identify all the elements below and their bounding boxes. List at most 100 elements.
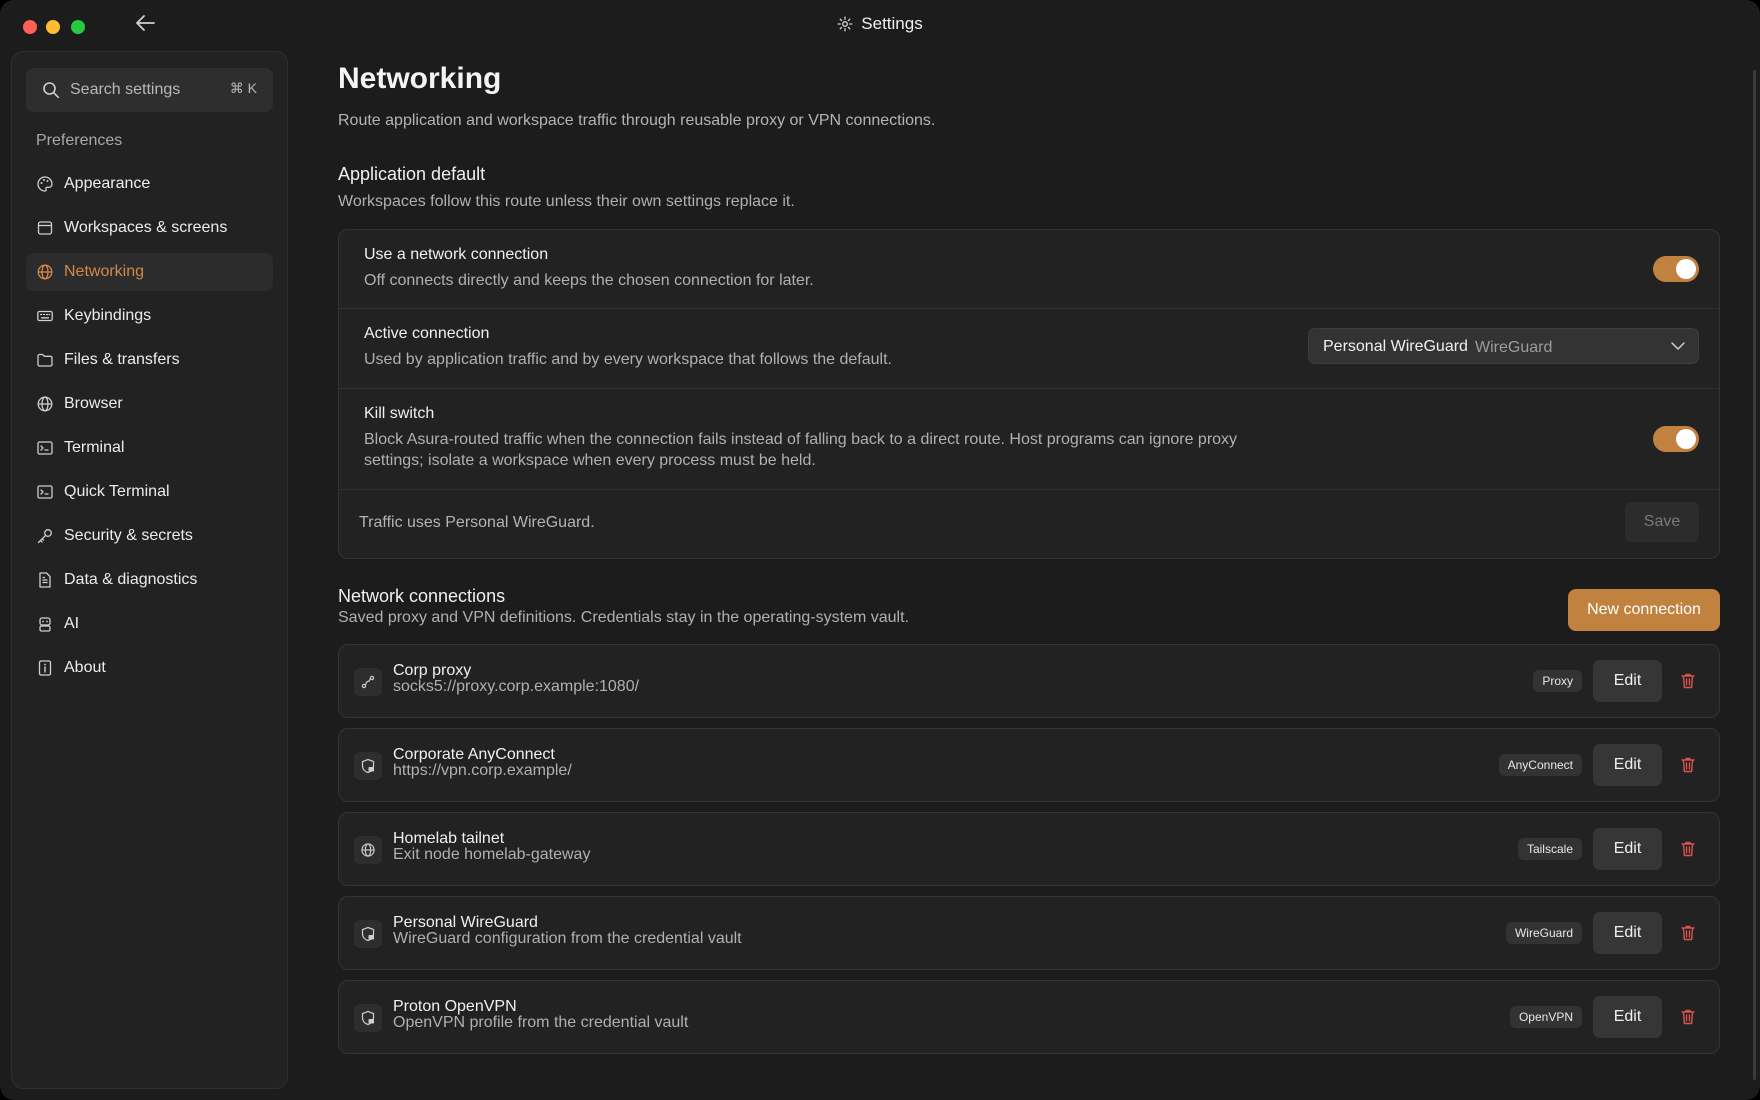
trash-icon[interactable] (1680, 756, 1696, 774)
sidebar-item-label: Browser (64, 395, 123, 412)
connection-icon-wrap (354, 1004, 382, 1032)
sidebar-item-terminal[interactable]: Terminal (26, 429, 273, 467)
globe-icon (37, 264, 53, 280)
sidebar-item-about[interactable]: About (26, 649, 273, 687)
connection-detail: socks5://proxy.corp.example:1080/ (393, 678, 640, 695)
connection-icon-wrap (354, 836, 382, 864)
sidebar-item-networking[interactable]: Networking (26, 253, 273, 291)
sidebar-item-security[interactable]: Security & secrets (26, 517, 273, 555)
shield-lock-icon (361, 1010, 375, 1026)
use-connection-row: Use a network connection Off connects di… (339, 230, 1719, 309)
trash-icon[interactable] (1680, 1008, 1696, 1026)
terminal-icon (37, 485, 53, 499)
connection-item-homelab-tailnet: Homelab tailnet Exit node homelab-gatewa… (338, 812, 1720, 886)
toggle-knob (1676, 429, 1696, 449)
sidebar-item-label: Terminal (64, 439, 125, 456)
link-icon (361, 675, 375, 689)
use-connection-title: Use a network connection (364, 246, 549, 263)
active-connection-description: Used by application traffic and by every… (364, 351, 892, 368)
window-title-area: Settings (0, 14, 1760, 34)
sidebar: ⌘ K Preferences Appearance Workspaces & … (11, 51, 288, 1089)
connection-detail: https://vpn.corp.example/ (393, 762, 572, 779)
edit-connection-button[interactable]: Edit (1593, 912, 1662, 954)
active-connection-select[interactable]: Personal WireGuard WireGuard (1308, 328, 1699, 364)
connection-type-badge: Tailscale (1517, 838, 1582, 860)
folder-icon (37, 353, 53, 367)
app-default-heading: Application default (338, 164, 486, 184)
kill-switch-row: Kill switch Block Asura-routed traffic w… (339, 389, 1719, 490)
trash-icon[interactable] (1680, 924, 1696, 942)
globe-icon (37, 396, 53, 412)
connection-type-badge: AnyConnect (1498, 754, 1582, 776)
sidebar-item-label: Data & diagnostics (64, 571, 198, 588)
page-title: Networking (338, 62, 502, 95)
sidebar-item-data[interactable]: Data & diagnostics (26, 561, 273, 599)
sidebar-nav: Appearance Workspaces & screens Networki… (26, 165, 273, 693)
shield-lock-icon (361, 758, 375, 774)
palette-icon (37, 176, 53, 192)
sidebar-item-ai[interactable]: AI (26, 605, 273, 643)
app-default-card: Use a network connection Off connects di… (338, 229, 1720, 559)
trash-icon[interactable] (1680, 672, 1696, 690)
terminal-icon (37, 441, 53, 455)
edit-connection-button[interactable]: Edit (1593, 660, 1662, 702)
sidebar-item-workspaces[interactable]: Workspaces & screens (26, 209, 273, 247)
globe-icon (361, 843, 375, 857)
connection-item-personal-wireguard: Personal WireGuard WireGuard configurati… (338, 896, 1720, 970)
settings-window: Settings ⌘ K Preferences Appearance Work… (0, 0, 1760, 1100)
sidebar-item-label: Quick Terminal (64, 483, 170, 500)
connection-type-badge: Proxy (1533, 670, 1582, 692)
connection-icon-wrap (354, 668, 382, 696)
connections-heading: Network connections (338, 586, 506, 606)
edit-connection-button[interactable]: Edit (1593, 744, 1662, 786)
connection-detail: Exit node homelab-gateway (393, 846, 591, 863)
use-connection-description: Off connects directly and keeps the chos… (364, 272, 814, 289)
sidebar-item-files[interactable]: Files & transfers (26, 341, 273, 379)
keyboard-icon (37, 310, 53, 322)
save-button[interactable]: Save (1625, 502, 1699, 542)
sidebar-section-label: Preferences (36, 132, 123, 149)
search-shortcut-hint: ⌘ K (229, 80, 257, 96)
kill-switch-title: Kill switch (364, 405, 435, 422)
kill-switch-description-line: Block Asura-routed traffic when the conn… (364, 431, 1238, 448)
edit-connection-button[interactable]: Edit (1593, 828, 1662, 870)
app-default-description: Workspaces follow this route unless thei… (338, 193, 795, 210)
connection-detail: WireGuard configuration from the credent… (393, 930, 742, 947)
connection-icon-wrap (354, 752, 382, 780)
search-icon (43, 82, 60, 99)
connection-type-badge: OpenVPN (1509, 1006, 1582, 1028)
use-connection-toggle[interactable] (1653, 256, 1699, 282)
document-icon (39, 572, 51, 588)
kill-switch-description: Block Asura-routed traffic when the conn… (364, 429, 1264, 471)
search-box[interactable]: ⌘ K (26, 68, 273, 112)
selected-connection-type: WireGuard (1475, 339, 1553, 356)
sidebar-item-quick-terminal[interactable]: Quick Terminal (26, 473, 273, 511)
sidebar-item-label: Keybindings (64, 307, 152, 324)
connections-description: Saved proxy and VPN definitions. Credent… (338, 609, 909, 626)
sidebar-item-keybindings[interactable]: Keybindings (26, 297, 273, 335)
active-connection-title: Active connection (364, 325, 490, 342)
chevron-down-icon (1671, 342, 1685, 350)
key-icon (37, 529, 52, 544)
edit-connection-button[interactable]: Edit (1593, 996, 1662, 1038)
info-icon (38, 660, 52, 676)
connection-item-corp-proxy: Corp proxy socks5://proxy.corp.example:1… (338, 644, 1720, 718)
sidebar-item-appearance[interactable]: Appearance (26, 165, 273, 203)
page-description: Route application and workspace traffic … (338, 112, 936, 129)
connection-type-badge: WireGuard (1505, 922, 1582, 944)
search-input[interactable] (70, 81, 220, 99)
main-scrollbar[interactable] (1753, 70, 1756, 1080)
kill-switch-toggle[interactable] (1653, 426, 1699, 452)
sidebar-item-label: Files & transfers (64, 351, 180, 368)
sidebar-item-browser[interactable]: Browser (26, 385, 273, 423)
sidebar-item-label: Networking (64, 263, 145, 280)
toggle-knob (1676, 259, 1696, 279)
gear-icon (837, 16, 853, 32)
title-bar: Settings (0, 0, 1760, 50)
connection-item-proton-openvpn: Proton OpenVPN OpenVPN profile from the … (338, 980, 1720, 1054)
connection-detail: OpenVPN profile from the credential vaul… (393, 1014, 689, 1031)
new-connection-button[interactable]: New connection (1568, 589, 1720, 631)
sidebar-item-label: Appearance (64, 175, 151, 192)
connections-list: Corp proxy socks5://proxy.corp.example:1… (338, 644, 1720, 1064)
trash-icon[interactable] (1680, 840, 1696, 858)
